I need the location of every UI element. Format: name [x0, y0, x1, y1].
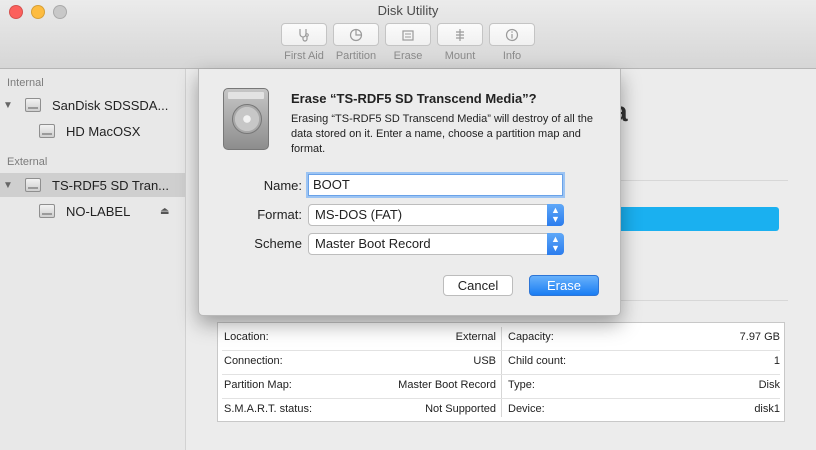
sidebar-item-label: NO-LABEL — [66, 203, 131, 219]
volume-icon — [39, 124, 55, 138]
divider — [600, 180, 788, 181]
erase-tool-label: Erase — [393, 50, 423, 62]
mount-tool[interactable]: Mount — [437, 23, 483, 62]
mount-label: Mount — [444, 50, 476, 62]
first-aid-button[interactable] — [281, 23, 327, 46]
scheme-select[interactable]: Master Boot Record ▲ ▼ — [308, 233, 564, 255]
disk-icon — [25, 98, 41, 112]
mount-button[interactable] — [437, 23, 483, 46]
info-button[interactable] — [489, 23, 535, 46]
volume-icon — [39, 204, 55, 218]
cancel-button[interactable]: Cancel — [443, 275, 513, 296]
disclosure-triangle-icon[interactable]: ▼ — [3, 180, 13, 191]
mount-icon — [456, 28, 464, 41]
name-field[interactable]: BOOT — [308, 174, 563, 196]
child-count-label: Child count: — [508, 355, 567, 367]
format-label: Format: — [257, 207, 302, 222]
partition-button[interactable] — [333, 23, 379, 46]
hard-drive-icon — [223, 88, 269, 150]
capacity-value: 7.97 GB — [739, 331, 780, 343]
location-value: External — [455, 331, 496, 343]
device-value: disk1 — [754, 403, 780, 415]
info-table: Location: External Capacity: 7.97 GB Con… — [217, 322, 785, 422]
section-header-internal: Internal — [7, 77, 44, 89]
connection-value: USB — [473, 355, 496, 367]
sidebar: Internal ▼ SanDisk SDSSDA... HD MacOSX E… — [0, 69, 186, 450]
partition-map-value: Master Boot Record — [398, 379, 496, 391]
capacity-label: Capacity: — [508, 331, 554, 343]
sidebar-item-no-label[interactable]: NO-LABEL ⏏ — [0, 199, 185, 223]
first-aid-tool[interactable]: First Aid — [281, 23, 327, 62]
scheme-select-value: Master Boot Record — [315, 236, 431, 251]
sidebar-item-label: HD MacOSX — [66, 123, 141, 139]
stethoscope-icon — [299, 28, 309, 42]
erase-tool-button[interactable] — [385, 23, 431, 46]
type-label: Type: — [508, 379, 535, 391]
disk-icon — [25, 178, 41, 192]
erase-button[interactable]: Erase — [529, 275, 599, 296]
info-label: Info — [502, 50, 522, 62]
usage-bar — [600, 207, 779, 231]
info-icon — [505, 28, 519, 41]
sidebar-item-hd-macosx[interactable]: HD MacOSX — [0, 119, 185, 143]
title-bar: Disk Utility First Aid Partition Erase M… — [0, 0, 816, 69]
smart-status-value: Not Supported — [425, 403, 496, 415]
scheme-label: Scheme — [254, 236, 302, 251]
dialog-message: Erasing “TS-RDF5 SD Transcend Media” wil… — [291, 113, 593, 155]
partition-map-label: Partition Map: — [224, 379, 292, 391]
device-label: Device: — [508, 403, 545, 415]
name-label: Name: — [263, 178, 302, 193]
table-row: S.M.A.R.T. status: Not Supported Device:… — [218, 398, 784, 422]
first-aid-label: First Aid — [284, 50, 324, 62]
divider — [600, 300, 788, 301]
child-count-value: 1 — [773, 355, 780, 367]
dialog-title: Erase “TS-RDF5 SD Transcend Media”? — [291, 91, 537, 106]
disclosure-triangle-icon[interactable]: ▼ — [3, 100, 13, 111]
partition-tool[interactable]: Partition — [333, 23, 379, 62]
section-header-external: External — [7, 156, 48, 168]
location-label: Location: — [224, 331, 269, 343]
eject-icon[interactable]: ⏏ — [160, 206, 169, 217]
sidebar-item-label: TS-RDF5 SD Tran... — [52, 177, 170, 193]
erase-dialog: Erase “TS-RDF5 SD Transcend Media”? Eras… — [198, 69, 621, 316]
erase-icon — [402, 29, 414, 41]
sidebar-item-ts-rdf5[interactable]: ▼ TS-RDF5 SD Tran... — [0, 173, 185, 197]
toolbar: First Aid Partition Erase Mount Info — [281, 23, 535, 62]
sidebar-item-sandisk[interactable]: ▼ SanDisk SDSSDA... — [0, 93, 185, 117]
connection-label: Connection: — [224, 355, 283, 367]
smart-status-label: S.M.A.R.T. status: — [224, 403, 313, 415]
table-row: Partition Map: Master Boot Record Type: … — [218, 374, 784, 398]
window-title: Disk Utility — [377, 3, 439, 18]
sidebar-item-label: SanDisk SDSSDA... — [52, 97, 169, 113]
pie-chart-icon — [349, 28, 363, 41]
chevron-updown-icon: ▲ ▼ — [547, 233, 564, 255]
info-tool[interactable]: Info — [489, 23, 535, 62]
partition-label: Partition — [335, 50, 377, 62]
type-value: Disk — [758, 379, 780, 391]
format-select-value: MS-DOS (FAT) — [315, 207, 403, 222]
table-row: Location: External Capacity: 7.97 GB — [218, 326, 784, 350]
format-select[interactable]: MS-DOS (FAT) ▲ ▼ — [308, 204, 564, 226]
erase-tool[interactable]: Erase — [385, 23, 431, 62]
table-row: Connection: USB Child count: 1 — [218, 350, 784, 374]
chevron-updown-icon: ▲ ▼ — [547, 204, 564, 226]
